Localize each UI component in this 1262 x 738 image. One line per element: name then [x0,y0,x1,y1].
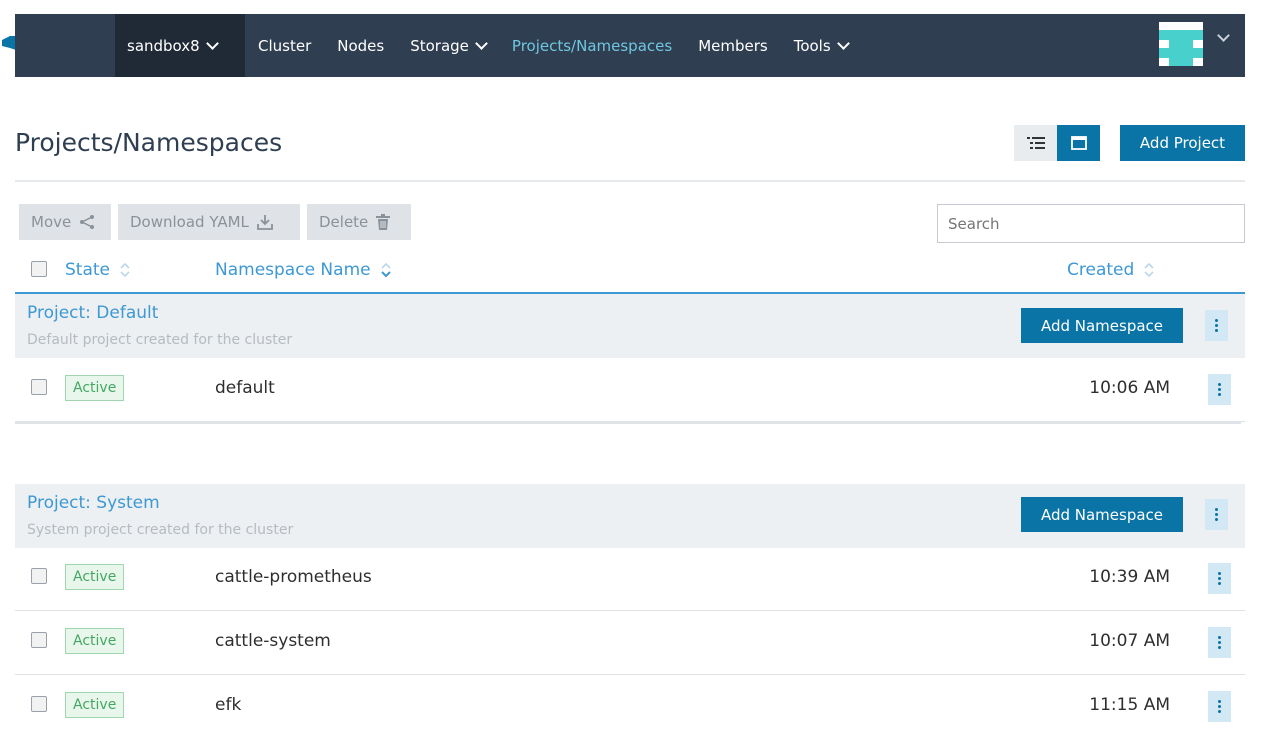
table-row: Active cattle-prometheus 10:39 AM [15,547,1245,611]
status-badge: Active [65,628,125,654]
group-view-button[interactable] [1057,125,1100,161]
cluster-name: sandbox8 [127,36,200,55]
table-row: Active cattle-system 10:07 AM [15,611,1245,675]
sort-icon [120,261,130,279]
search-input[interactable] [937,204,1245,243]
delete-label: Delete [319,213,369,231]
nav-projects-namespaces[interactable]: Projects/Namespaces [499,37,685,55]
download-icon [256,214,273,230]
nav-nodes[interactable]: Nodes [324,37,397,55]
project-name-link[interactable]: Project: System [27,493,160,513]
created-time: 10:39 AM [1089,567,1170,587]
status-badge: Active [65,692,125,718]
download-yaml-label: Download YAML [130,213,249,231]
row-checkbox[interactable] [31,568,47,584]
row-checkbox[interactable] [31,696,47,712]
trash-icon [376,214,391,230]
user-avatar[interactable] [1159,22,1203,66]
add-namespace-button[interactable]: Add Namespace [1021,497,1183,532]
row-actions-menu-icon[interactable] [1208,374,1231,405]
nav-cluster[interactable]: Cluster [245,37,324,55]
column-created[interactable]: Created [1067,260,1154,280]
nav-nodes-label: Nodes [337,36,385,55]
project-group-header: Project: System System project created f… [15,484,1245,548]
column-name-label: Namespace Name [215,260,371,280]
status-badge: Active [65,564,125,590]
list-icon [1026,137,1045,149]
move-label: Move [31,213,72,231]
table-header: State Namespace Name Created [15,252,1245,292]
project-group-header: Project: Default Default project created… [15,294,1245,358]
chevron-down-icon [836,36,850,50]
row-checkbox[interactable] [31,632,47,648]
sort-ascending-icon [380,261,391,279]
project-description: Default project created for the cluster [27,332,293,348]
project-description: System project created for the cluster [27,522,294,538]
add-project-button[interactable]: Add Project [1120,125,1245,161]
column-state-label: State [65,260,110,280]
sort-icon [1144,261,1154,279]
column-created-label: Created [1067,260,1135,280]
nav-storage-label: Storage [410,36,469,55]
namespace-name: cattle-prometheus [215,567,372,587]
created-time: 10:07 AM [1089,631,1170,651]
row-actions-menu-icon[interactable] [1208,691,1231,722]
nav-members[interactable]: Members [685,37,781,55]
column-state[interactable]: State [65,260,130,280]
nav-tools[interactable]: Tools [781,37,861,55]
namespace-name: default [215,378,275,398]
row-checkbox[interactable] [31,379,47,395]
add-namespace-button[interactable]: Add Namespace [1021,308,1183,343]
table-row: Active default 10:06 AM [15,358,1245,422]
nav-projects-label: Projects/Namespaces [511,36,673,55]
cluster-switcher[interactable]: sandbox8 [115,14,245,77]
chevron-down-icon [475,36,488,50]
download-yaml-button[interactable]: Download YAML [118,204,300,240]
chevron-down-icon [205,36,219,50]
project-actions-menu-icon[interactable] [1205,310,1228,341]
nav-tools-label: Tools [793,36,831,55]
group-icon [1070,136,1087,150]
status-badge: Active [65,375,125,401]
group-divider [15,421,1241,424]
table-row: Active efk 11:15 AM [15,675,1245,738]
nav-cluster-label: Cluster [258,36,312,55]
move-icon [79,215,95,229]
created-time: 11:15 AM [1089,695,1170,715]
view-mode-toggle [1014,125,1100,161]
nav-members-label: Members [698,36,768,55]
project-name-link[interactable]: Project: Default [27,303,158,323]
namespace-name: efk [215,695,242,715]
namespace-name: cattle-system [215,631,331,651]
main-nav: Cluster Nodes Storage Projects/Namespace… [245,14,861,77]
divider [15,180,1245,182]
move-button[interactable]: Move [19,204,111,240]
select-all-checkbox[interactable] [31,261,47,277]
row-actions-menu-icon[interactable] [1208,627,1231,658]
column-namespace-name[interactable]: Namespace Name [215,260,391,280]
row-actions-menu-icon[interactable] [1208,563,1231,594]
nav-storage[interactable]: Storage [397,37,499,55]
created-time: 10:06 AM [1089,378,1170,398]
page-title: Projects/Namespaces [15,128,283,157]
list-view-button[interactable] [1014,125,1057,161]
delete-button[interactable]: Delete [307,204,411,240]
project-actions-menu-icon[interactable] [1205,499,1228,530]
